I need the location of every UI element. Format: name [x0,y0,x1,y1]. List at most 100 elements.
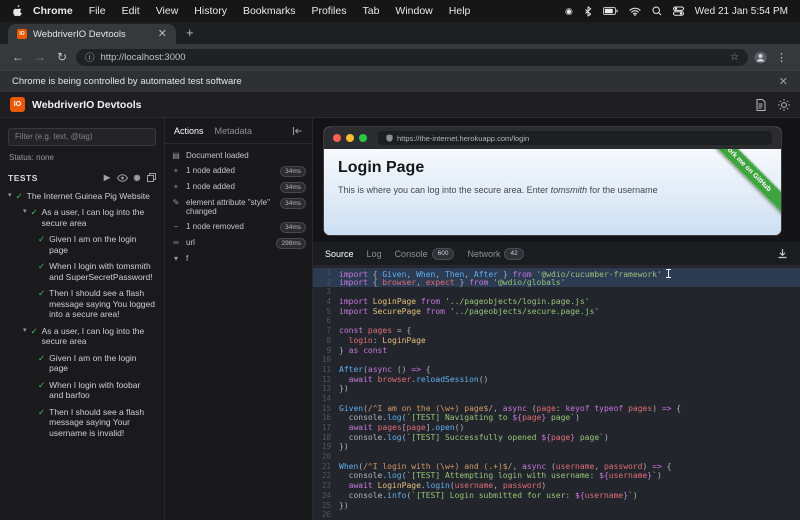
test-item[interactable]: ✓ Then I should see a flash message sayin… [8,288,156,320]
menu-profiles[interactable]: Profiles [303,5,354,17]
code-token: }) [339,384,349,394]
duration-badge: 34ms [280,197,306,209]
code-text: await LoginPage.login(username, password… [339,481,547,491]
record-icon[interactable]: ◉ [134,173,141,182]
code-token: console. [339,413,388,423]
macos-menu-bar: Chrome File Edit View History Bookmarks Profil… [0,0,800,22]
menu-tab[interactable]: Tab [354,5,387,17]
tab-network[interactable]: Network 42 [467,247,524,260]
wifi-icon[interactable] [629,7,641,16]
profile-avatar[interactable] [754,51,767,64]
line-number: 20 [321,452,331,462]
action-item[interactable]: ▾ f [171,254,306,264]
action-item[interactable]: ∞ url 298ms [171,237,306,249]
screen-record-icon[interactable]: ◉ [565,6,573,17]
tab-label: Console [394,248,428,259]
code-token: When [339,461,359,471]
browser-tab[interactable]: IO WebdriverIO Devtools ✕ [8,24,176,44]
tab-actions[interactable]: Actions [174,126,204,136]
filter-input[interactable] [8,127,156,146]
apple-menu-icon[interactable] [12,4,23,18]
line-number: 5 [326,306,331,316]
actions-list[interactable]: ▤ Document loaded +1 node added 34ms +1 node… [165,144,312,270]
test-item[interactable]: ✓ Given I am on the login page [8,234,156,255]
chevron-down-icon[interactable]: ▾ [23,326,27,336]
code-line: 19}) [313,442,800,452]
report-icon[interactable] [756,98,766,111]
line-number: 6 [326,316,331,326]
site-info-icon[interactable]: ⓘ [85,50,95,64]
test-label: Then I should see a flash message saying… [49,406,145,438]
menu-file[interactable]: File [81,5,114,17]
test-item[interactable]: ▾ ✓ As a user, I can log into the secure a… [8,207,156,228]
search-icon[interactable] [652,6,662,16]
menu-clock[interactable]: Wed 21 Jan 5:54 PM [695,6,788,17]
source-code-editor[interactable]: 1 import { Given, When, Then, After } fro… [313,266,800,520]
menu-help[interactable]: Help [441,5,479,17]
menu-edit[interactable]: Edit [114,5,148,17]
preview-page: Login Page This is where you can log int… [324,149,781,235]
run-tests-icon[interactable]: ▶ [104,173,111,182]
reload-icon[interactable]: ↻ [54,50,70,64]
duration-badge: 34ms [280,181,306,193]
code-token: ${ [541,432,551,442]
test-item[interactable]: ✓ When I login with tomsmith and SuperSec… [8,261,156,282]
menu-chrome[interactable]: Chrome [25,5,81,17]
test-item[interactable]: ✓ When I login with foobar and barfoo [8,380,156,401]
action-label: 1 node added [186,181,235,191]
forward-icon[interactable]: → [32,50,48,64]
action-item[interactable]: −1 node removed 34ms [171,221,306,233]
line-number: 25 [321,500,331,510]
action-item[interactable]: +1 node added 34ms [171,181,306,193]
chevron-down-icon[interactable]: ▾ [23,207,27,217]
preview-page-paragraph: This is where you can log into the secur… [338,185,658,195]
code-token: password [603,461,643,471]
action-item[interactable]: +1 node added 34ms [171,165,306,177]
infobar-close-icon[interactable]: ✕ [779,75,788,88]
bluetooth-icon[interactable] [584,5,592,17]
code-token: ) [652,403,662,413]
menu-window[interactable]: Window [387,5,440,17]
code-token: log [387,432,402,442]
test-item[interactable]: ✓ Then I should see a flash message sayin… [8,407,156,439]
menu-bookmarks[interactable]: Bookmarks [235,5,304,17]
menu-view[interactable]: View [148,5,187,17]
code-token: ) [642,461,653,471]
address-bar[interactable]: ⓘ http://localhost:3000 ☆ [76,48,748,66]
back-icon[interactable]: ← [10,50,26,64]
code-token: () [392,364,412,374]
tab-console[interactable]: Console 600 [394,247,455,260]
watch-icon[interactable] [116,173,128,182]
test-item[interactable]: ▾ ✓ As a user, I can log into the secure a… [8,326,156,347]
code-token: ]. [425,423,436,432]
tab-log[interactable]: Log [367,249,382,259]
bookmark-star-icon[interactable]: ☆ [730,52,739,63]
code-token: expect [425,277,455,287]
pass-check-icon: ✓ [38,288,46,298]
traffic-light-zoom-icon [359,134,367,142]
code-token: typeof [594,403,624,413]
new-tab-button[interactable]: + [176,25,204,42]
code-token: import [339,306,368,316]
tab-metadata[interactable]: Metadata [215,126,253,136]
menu-history[interactable]: History [186,5,235,17]
code-token: , [493,481,503,491]
control-center-icon[interactable] [672,6,684,16]
code-text: const pages = { [339,326,411,336]
test-item[interactable]: ▾ ✓ The Internet Guinea Pig Website [8,191,156,202]
collapse-panel-icon[interactable] [292,126,303,136]
code-token: page` [575,432,604,442]
chevron-down-icon[interactable]: ▾ [8,191,12,201]
battery-icon[interactable] [602,7,618,15]
download-icon[interactable] [777,248,788,259]
code-text: After(async () => { [339,365,431,375]
chrome-menu-icon[interactable]: ⋮ [773,51,790,64]
test-item[interactable]: ✓ Given I am on the login page [8,353,156,374]
code-text: console.log(`[TEST] Navigating to ${page… [339,413,580,423]
tab-source[interactable]: Source [325,249,354,259]
tab-close-icon[interactable]: ✕ [158,29,167,40]
theme-toggle-sun-icon[interactable] [778,98,790,111]
copy-icon[interactable] [147,173,156,182]
action-item[interactable]: ▤ Document loaded [171,151,306,161]
action-item[interactable]: ✎ element attribute "style" changed 34ms [171,197,306,217]
